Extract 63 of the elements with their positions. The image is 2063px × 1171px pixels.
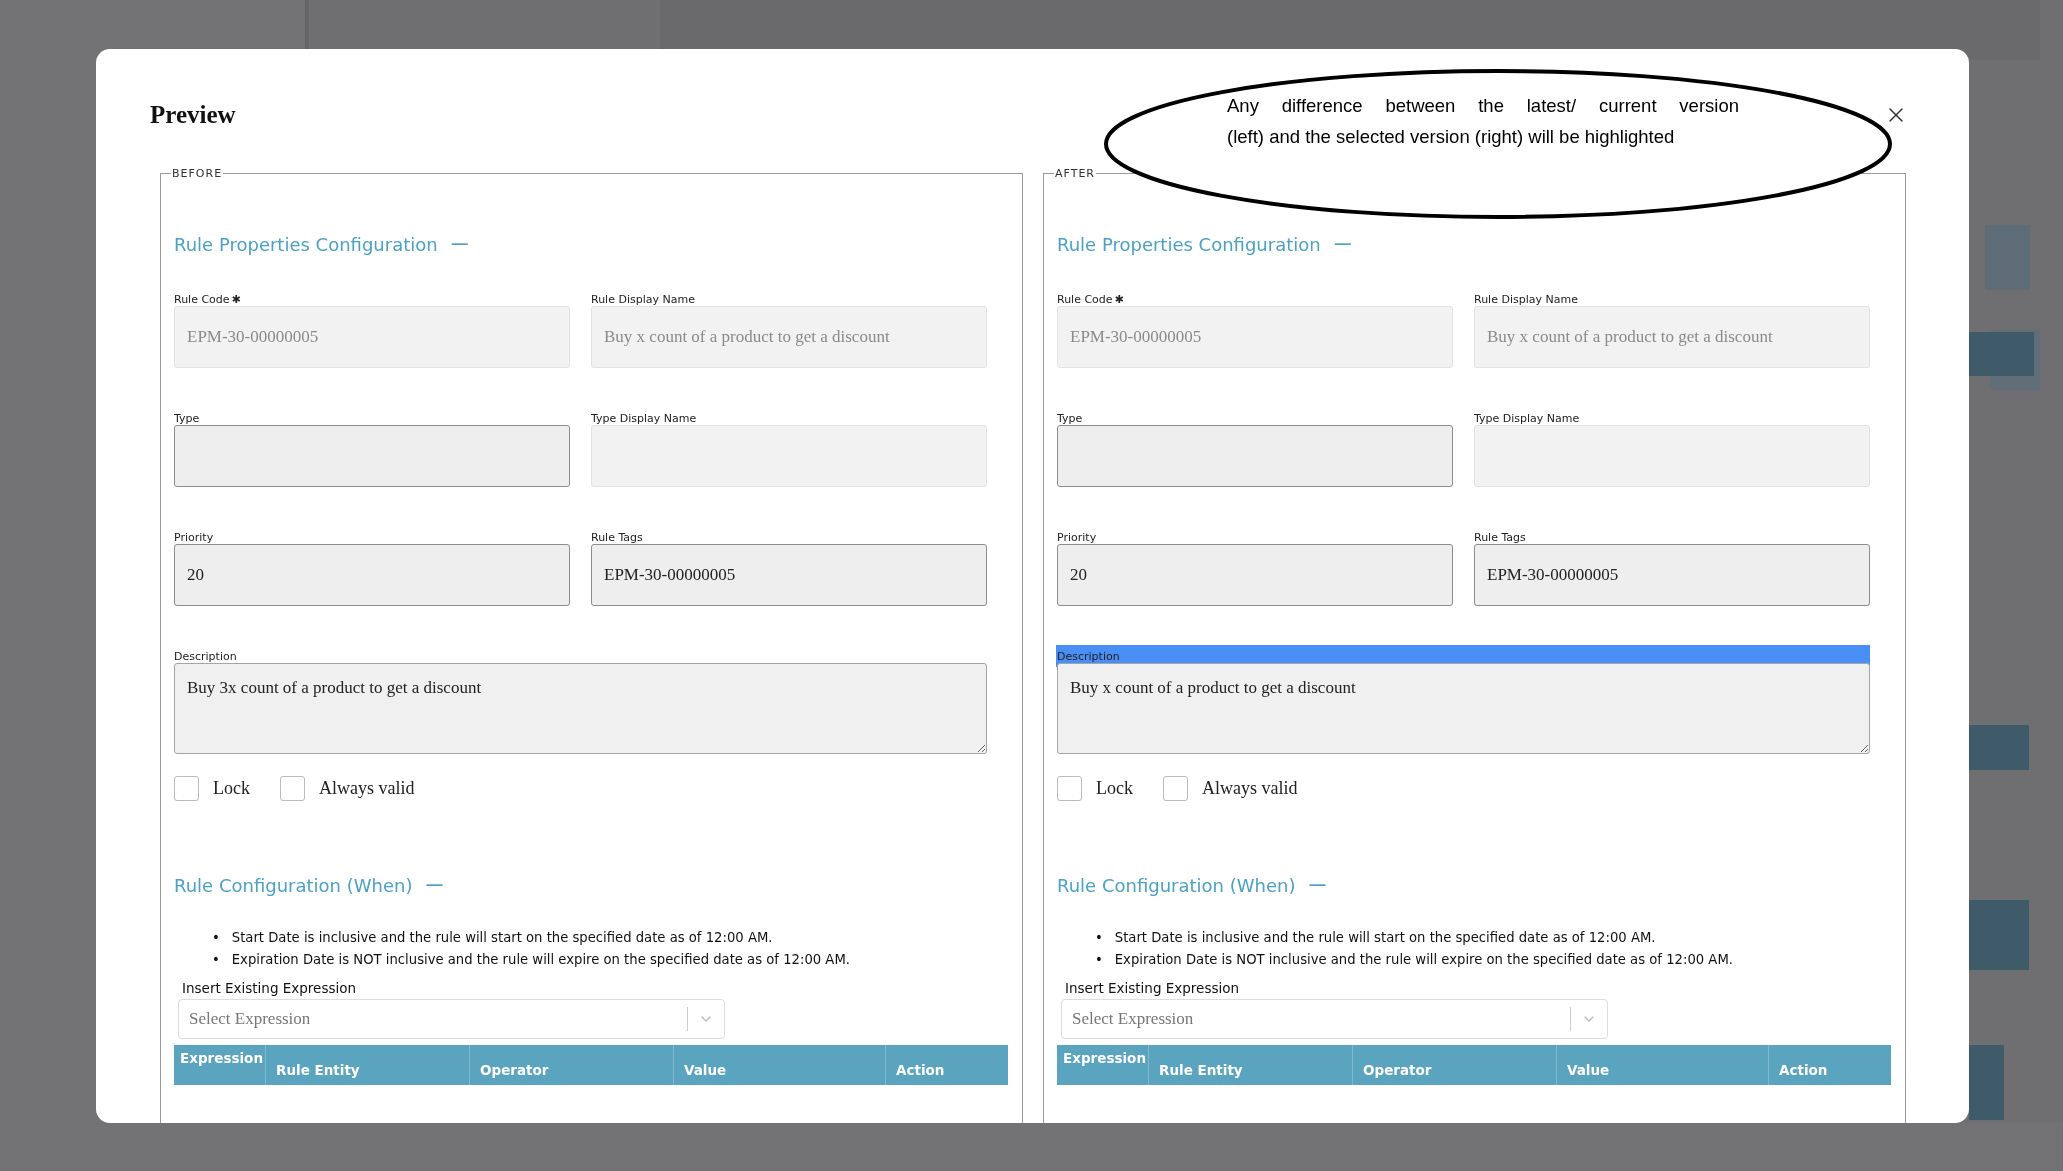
section-title: Rule Configuration (When) (174, 874, 413, 896)
section-title: Rule Properties Configuration (174, 233, 438, 255)
checkbox[interactable] (1057, 776, 1082, 801)
checkbox-label: Lock (1096, 778, 1133, 799)
field-label: Insert Existing Expression (1065, 980, 1240, 996)
field-label: Type (174, 410, 201, 427)
input-field[interactable]: EPM-30-00000005 (591, 544, 987, 606)
input-field[interactable] (1057, 425, 1453, 487)
dialog-title: Preview (150, 101, 236, 129)
collapse-toggle[interactable]: — (451, 235, 468, 253)
column-header: Expression (1063, 1050, 1146, 1066)
input-field[interactable] (174, 425, 570, 487)
description-field[interactable]: Buy 3x count of a product to get a discount (174, 663, 987, 754)
field-label: Type Display Name (1474, 410, 1581, 427)
bullet: • (212, 930, 220, 946)
field-label: Insert Existing Expression (182, 980, 357, 996)
column-header: Value (684, 1062, 727, 1078)
column-header: Operator (1363, 1062, 1432, 1078)
section-title: Rule Properties Configuration (1057, 233, 1321, 255)
bullet: • (1095, 930, 1103, 946)
field-label: Priority (1057, 529, 1098, 546)
note-text: Expiration Date is NOT inclusive and the rule will expire on the specified date as of 12:00 AM. (1114, 952, 1733, 968)
collapse-toggle[interactable]: — (1334, 235, 1351, 253)
panel-legend: AFTER (1054, 167, 1096, 180)
panel-legend: BEFORE (171, 167, 224, 180)
field-label: Rule Tags (591, 529, 644, 546)
column-header: Value (1567, 1062, 1610, 1078)
checkbox[interactable] (1163, 776, 1188, 801)
field-label: Description (174, 648, 238, 665)
note-text: Start Date is inclusive and the rule will start on the specified date as of 12:00 AM. (1114, 930, 1656, 946)
collapse-toggle[interactable]: — (426, 876, 443, 894)
field-label: Rule Code ✱ (174, 291, 242, 308)
checkbox[interactable] (280, 776, 305, 801)
note-text: Expiration Date is NOT inclusive and the rule will expire on the specified date as of 12:00 AM. (231, 952, 850, 968)
checkbox-label: Always valid (319, 778, 415, 799)
field-label: Rule Code ✱ (1057, 291, 1125, 308)
column-header: Operator (480, 1062, 549, 1078)
column-header: Rule Entity (276, 1062, 360, 1078)
column-header: Action (1779, 1062, 1828, 1078)
description-field[interactable]: Buy x count of a product to get a discount (1057, 663, 1870, 754)
collapse-toggle[interactable]: — (1309, 876, 1326, 894)
section-title: Rule Configuration (When) (1057, 874, 1296, 896)
callout-text: Any difference between the latest/ current version (left) and the selected version (right) will be highlighted (1227, 94, 1739, 149)
input-field[interactable]: 20 (174, 544, 570, 606)
input-field[interactable]: EPM-30-00000005 (1474, 544, 1870, 606)
select-field[interactable]: Select Expression (1061, 999, 1608, 1039)
field-label: Rule Tags (1474, 529, 1527, 546)
field-label: Type (1057, 410, 1084, 427)
column-header: Action (896, 1062, 945, 1078)
field-label: Priority (174, 529, 215, 546)
input-field[interactable]: 20 (1057, 544, 1453, 606)
select-field[interactable]: Select Expression (178, 999, 725, 1039)
field-label: Rule Display Name (1474, 291, 1579, 308)
note-text: Start Date is inclusive and the rule will start on the specified date as of 12:00 AM. (231, 930, 773, 946)
field-label: Rule Display Name (591, 291, 696, 308)
field-label: Type Display Name (591, 410, 698, 427)
column-header: Expression (180, 1050, 263, 1066)
checkbox-label: Always valid (1202, 778, 1298, 799)
bullet: • (212, 952, 220, 968)
checkbox[interactable] (174, 776, 199, 801)
bullet: • (1095, 952, 1103, 968)
column-header: Rule Entity (1159, 1062, 1243, 1078)
checkbox-label: Lock (213, 778, 250, 799)
